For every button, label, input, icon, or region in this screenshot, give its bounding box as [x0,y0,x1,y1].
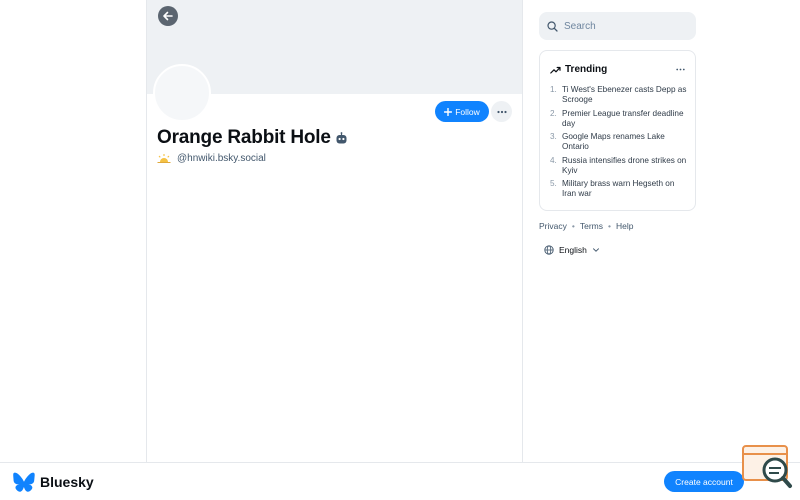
profile-column: Follow Orange Rabbit Hole @hnwiki.bsky.s… [146,0,523,462]
plus-icon [444,107,453,116]
trending-item-number: 5. [550,179,557,188]
trending-item-text: Military brass warn Hegseth on Iran war [562,179,675,198]
trending-item[interactable]: 4. Russia intensifies drone strikes on K… [550,156,690,176]
trending-options-button[interactable] [676,64,685,74]
bot-icon [336,131,347,143]
separator: • [571,221,575,231]
trending-title: Trending [565,64,608,75]
brand-logo[interactable]: Bluesky [13,472,94,492]
trending-item-number: 2. [550,108,557,118]
trending-item-number: 1. [550,85,557,94]
profile-name: Orange Rabbit Hole [157,127,348,149]
handle-row: @hnwiki.bsky.social [157,153,266,164]
trending-item-text: Google Maps renames Lake Ontario [562,132,665,151]
trending-item-number: 3. [550,132,557,141]
more-options-button[interactable] [491,101,512,122]
trending-header: Trending [550,64,607,75]
create-account-label: Create account [675,476,733,487]
language-label: English [559,245,587,255]
floating-search-widget-icon[interactable] [741,444,793,490]
trending-item[interactable]: 5. Military brass warn Hegseth on Iran w… [550,179,690,199]
trending-card: Trending 1. Ti West's Ebenezer casts Dep… [539,50,696,211]
follow-label: Follow [455,106,480,117]
display-name: Orange Rabbit Hole [157,127,331,148]
trending-item[interactable]: 3. Google Maps renames Lake Ontario [550,132,690,152]
page: Follow Orange Rabbit Hole @hnwiki.bsky.s… [0,0,800,500]
terms-link[interactable]: Terms [580,221,603,231]
ellipsis-icon [676,68,685,71]
footer-links: Privacy • Terms • Help [539,221,633,231]
separator: • [608,221,611,231]
trending-item-text: Russia intensifies drone strikes on Kyiv [562,155,687,175]
trending-list: 1. Ti West's Ebenezer casts Depp as Scro… [550,85,690,203]
sunrise-icon [157,154,171,163]
globe-icon [544,245,554,255]
handle[interactable]: @hnwiki.bsky.social [177,153,266,164]
chevron-down-icon [592,248,599,252]
back-arrow-icon [163,11,173,21]
search-input[interactable] [564,20,684,32]
avatar[interactable] [153,64,211,122]
trending-item-text: Ti West's Ebenezer casts Depp as Scrooge [562,85,687,104]
follow-button[interactable]: Follow [435,101,489,122]
trending-item-number: 4. [550,155,557,165]
trending-item[interactable]: 2. Premier League transfer deadline day [550,109,690,129]
create-account-button[interactable]: Create account [664,471,744,492]
trending-item-text: Premier League transfer deadline day [562,108,684,128]
ellipsis-icon [496,110,507,113]
language-selector[interactable]: English [544,245,600,255]
search-box[interactable] [539,12,696,40]
trending-item[interactable]: 1. Ti West's Ebenezer casts Depp as Scro… [550,85,690,105]
trending-up-icon [550,66,561,74]
search-icon [547,20,558,32]
privacy-link[interactable]: Privacy [539,221,567,231]
butterfly-logo-icon [13,472,35,492]
back-button[interactable] [158,6,178,26]
help-link[interactable]: Help [616,221,633,231]
brand-name: Bluesky [40,474,94,490]
bottom-bar: Bluesky Create account [0,462,800,500]
